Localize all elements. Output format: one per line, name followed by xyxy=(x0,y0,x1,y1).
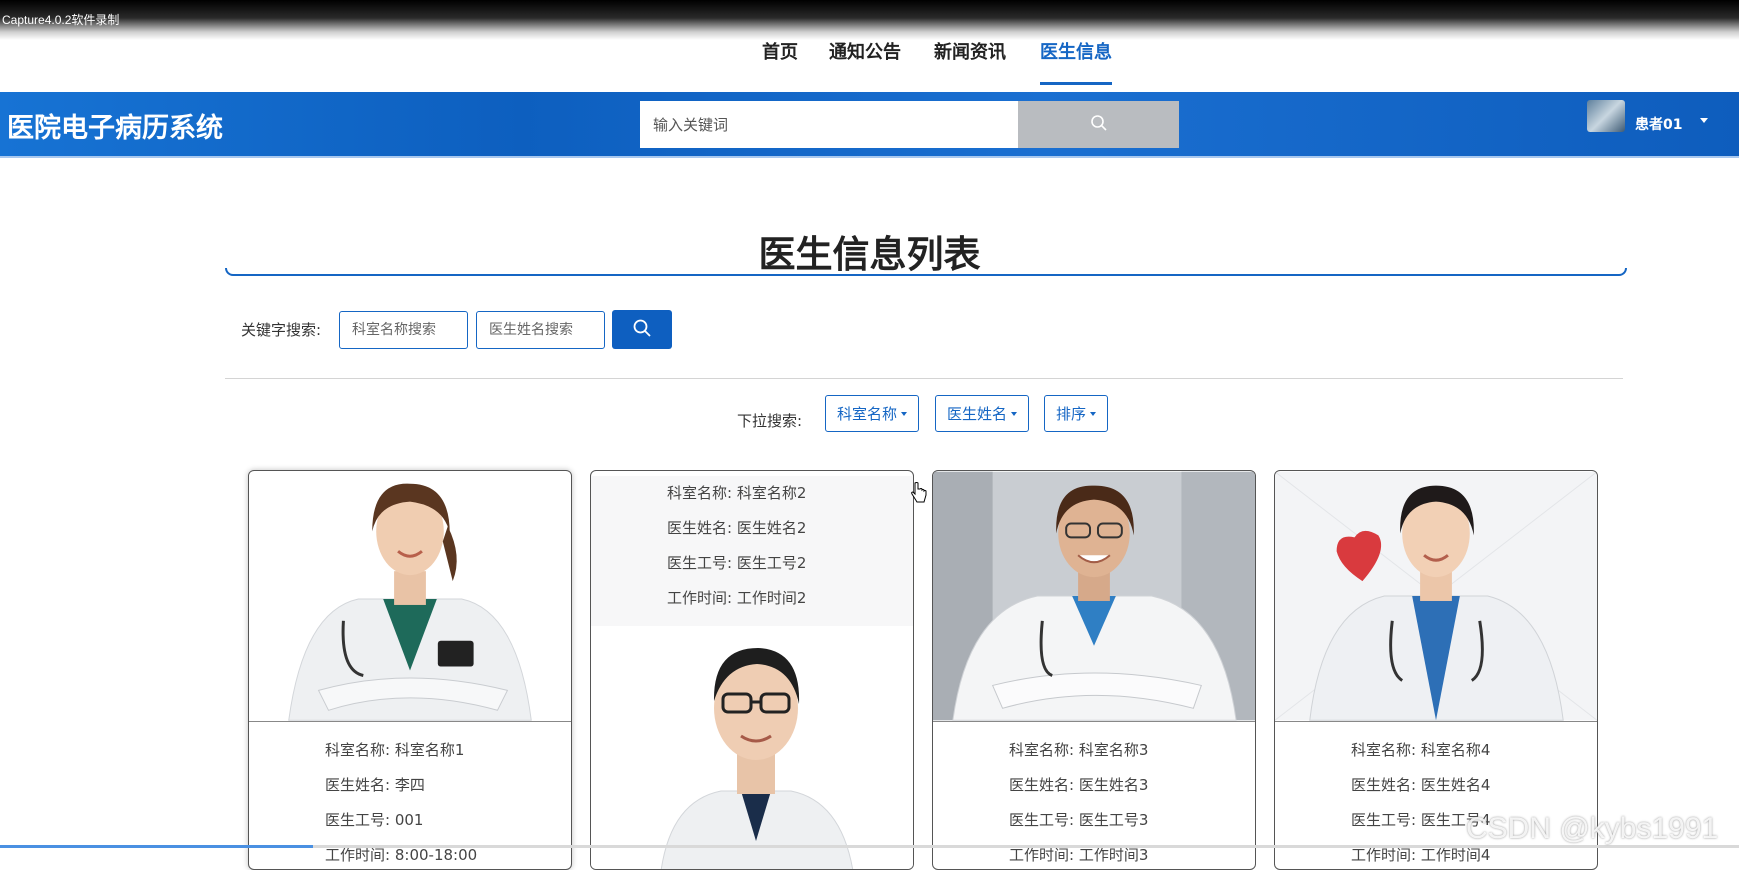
dept-value: 科室名称4 xyxy=(1420,741,1491,759)
dept-row: 科室名称: 科室名称2 xyxy=(667,476,913,511)
site-header: 医院电子病历系统 患者01 xyxy=(0,92,1739,158)
caret-down-icon xyxy=(1011,411,1018,416)
name-key: 医生姓名: xyxy=(1351,776,1417,794)
recording-label: Capture4.0.2软件录制 xyxy=(2,13,120,27)
dropdown-search-label: 下拉搜索: xyxy=(737,412,803,430)
dept-key: 科室名称: xyxy=(1009,741,1075,759)
time-value: 工作时间3 xyxy=(1078,846,1149,864)
id-key: 医生工号: xyxy=(1009,811,1075,829)
name-value: 医生姓名3 xyxy=(1078,776,1149,794)
hand-cursor-icon xyxy=(911,482,927,503)
photo-separator xyxy=(1275,721,1597,722)
search-icon xyxy=(632,318,652,341)
dept-dropdown-label: 科室名称 xyxy=(837,405,898,423)
nav-item-news[interactable]: 新闻资讯 xyxy=(934,38,1006,82)
doctor-info: 科室名称: 科室名称2 医生姓名: 医生姓名2 医生工号: 医生工号2 工作时间… xyxy=(591,476,913,626)
time-value: 工作时间4 xyxy=(1420,846,1491,864)
dept-value: 科室名称1 xyxy=(394,741,465,759)
sort-dropdown-label: 排序 xyxy=(1056,405,1087,423)
keyword-search-label: 关键字搜索: xyxy=(241,321,322,339)
time-value: 8:00-18:00 xyxy=(394,846,478,864)
doctor-info: 科室名称: 科室名称4 医生姓名: 医生姓名4 医生工号: 医生工号4 工作时间… xyxy=(1275,733,1597,869)
dept-value: 科室名称2 xyxy=(736,484,807,502)
title-underline xyxy=(225,268,1627,276)
doctor-card[interactable]: 科室名称: 科室名称3 医生姓名: 医生姓名3 医生工号: 医生工号3 工作时间… xyxy=(932,470,1256,870)
id-key: 医生工号: xyxy=(667,554,733,572)
doctor-photo xyxy=(591,626,913,869)
id-key: 医生工号: xyxy=(1351,811,1417,829)
id-value: 医生工号2 xyxy=(736,554,807,572)
doctor-name-dropdown[interactable]: 医生姓名 xyxy=(935,395,1030,432)
id-row: 医生工号: 医生工号2 xyxy=(667,546,913,581)
time-key: 工作时间: xyxy=(667,589,733,607)
name-value: 医生姓名4 xyxy=(1420,776,1491,794)
user-avatar[interactable] xyxy=(1587,100,1625,132)
nav-item-home[interactable]: 首页 xyxy=(762,38,798,82)
sort-dropdown[interactable]: 排序 xyxy=(1044,395,1109,432)
name-key: 医生姓名: xyxy=(667,519,733,537)
nav-item-notices[interactable]: 通知公告 xyxy=(829,38,901,82)
dept-dropdown[interactable]: 科室名称 xyxy=(825,395,920,432)
name-row: 医生姓名: 医生姓名2 xyxy=(667,511,913,546)
doctor-card[interactable]: 科室名称: 科室名称1 医生姓名: 李四 医生工号: 001 工作时间: 8:0… xyxy=(248,470,572,870)
photo-separator xyxy=(249,721,571,722)
name-row: 医生姓名: 医生姓名3 xyxy=(1009,768,1255,803)
name-key: 医生姓名: xyxy=(325,776,391,794)
header-search-input[interactable] xyxy=(640,101,1018,148)
keyword-search-button[interactable] xyxy=(612,310,672,349)
name-value: 李四 xyxy=(394,776,425,794)
dept-key: 科室名称: xyxy=(1351,741,1417,759)
time-key: 工作时间: xyxy=(325,846,391,864)
time-key: 工作时间: xyxy=(1009,846,1075,864)
id-key: 医生工号: xyxy=(325,811,391,829)
dept-value: 科室名称3 xyxy=(1078,741,1149,759)
top-nav: 首页 通知公告 新闻资讯 医生信息 xyxy=(0,34,1739,92)
search-icon xyxy=(1090,114,1108,135)
dept-search-input[interactable] xyxy=(339,311,468,349)
doctor-card[interactable]: 科室名称: 科室名称4 医生姓名: 医生姓名4 医生工号: 医生工号4 工作时间… xyxy=(1274,470,1598,870)
site-title: 医院电子病历系统 xyxy=(7,113,223,144)
name-value: 医生姓名2 xyxy=(736,519,807,537)
doctor-card[interactable]: 科室名称: 科室名称2 医生姓名: 医生姓名2 医生工号: 医生工号2 工作时间… xyxy=(590,470,914,870)
time-row: 工作时间: 8:00-18:00 xyxy=(325,838,571,869)
id-row: 医生工号: 001 xyxy=(325,803,571,838)
doctor-info: 科室名称: 科室名称3 医生姓名: 医生姓名3 医生工号: 医生工号3 工作时间… xyxy=(933,733,1255,869)
caret-down-icon xyxy=(1090,411,1097,416)
id-value: 001 xyxy=(394,811,424,829)
chevron-down-icon[interactable] xyxy=(1700,118,1708,123)
name-row: 医生姓名: 医生姓名4 xyxy=(1351,768,1597,803)
id-value: 医生工号3 xyxy=(1078,811,1149,829)
dept-key: 科室名称: xyxy=(325,741,391,759)
time-row: 工作时间: 工作时间2 xyxy=(667,581,913,616)
doctor-name-dropdown-label: 医生姓名 xyxy=(947,405,1008,423)
section-divider xyxy=(225,378,1623,379)
doctor-photo xyxy=(249,471,571,721)
watermark: CSDN @kybs1991 xyxy=(1466,812,1719,845)
time-value: 工作时间2 xyxy=(736,589,807,607)
doctor-photo xyxy=(1275,471,1597,721)
doctor-photo xyxy=(933,471,1255,721)
time-key: 工作时间: xyxy=(1351,846,1417,864)
name-key: 医生姓名: xyxy=(1009,776,1075,794)
user-name[interactable]: 患者01 xyxy=(1635,114,1682,134)
id-row: 医生工号: 医生工号3 xyxy=(1009,803,1255,838)
time-row: 工作时间: 工作时间3 xyxy=(1009,838,1255,869)
doctor-name-search-input[interactable] xyxy=(476,311,605,349)
dept-row: 科室名称: 科室名称3 xyxy=(1009,733,1255,768)
name-row: 医生姓名: 李四 xyxy=(325,768,571,803)
photo-separator xyxy=(933,721,1255,722)
doctor-info: 科室名称: 科室名称1 医生姓名: 李四 医生工号: 001 工作时间: 8:0… xyxy=(249,733,571,869)
dept-row: 科室名称: 科室名称4 xyxy=(1351,733,1597,768)
playback-progress-fill xyxy=(0,845,314,848)
caret-down-icon xyxy=(901,411,908,416)
header-search-button[interactable] xyxy=(1018,101,1179,148)
nav-item-doctors[interactable]: 医生信息 xyxy=(1040,38,1112,85)
dept-row: 科室名称: 科室名称1 xyxy=(325,733,571,768)
dept-key: 科室名称: xyxy=(667,484,733,502)
